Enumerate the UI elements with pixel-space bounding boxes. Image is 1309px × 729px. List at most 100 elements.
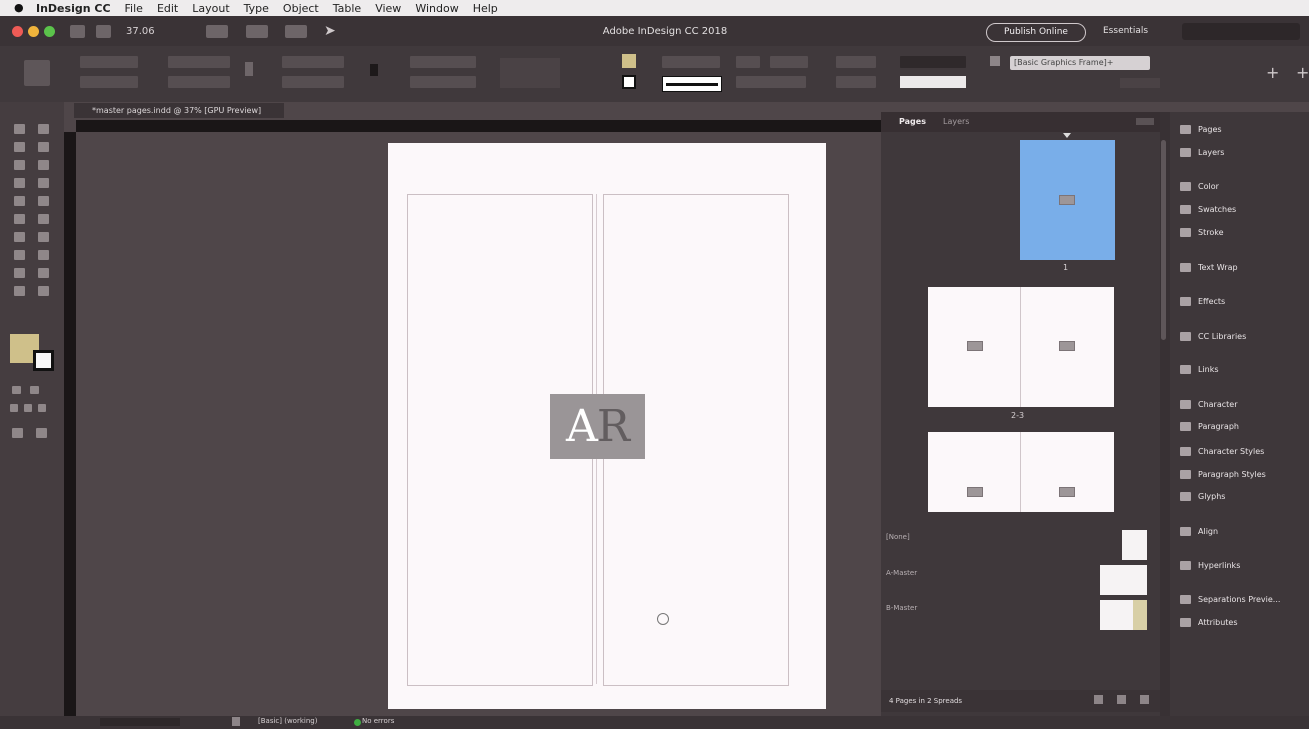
dock-item-paragraph-styles[interactable]: Paragraph Styles bbox=[1180, 466, 1266, 482]
apple-icon[interactable]: ● bbox=[14, 2, 28, 14]
stroke-color-swatch[interactable] bbox=[622, 75, 636, 89]
formatting-container-icon[interactable] bbox=[12, 386, 21, 394]
content-placer-icon[interactable] bbox=[38, 160, 49, 170]
y-field[interactable] bbox=[80, 76, 138, 88]
minimize-window-button[interactable] bbox=[28, 26, 39, 37]
arrange-documents-icon[interactable] bbox=[285, 25, 307, 38]
constrain-scale-icon[interactable] bbox=[370, 64, 378, 76]
fill-tint-field[interactable] bbox=[662, 56, 720, 68]
zoom-level[interactable]: 37.06 bbox=[126, 26, 155, 37]
page-tool-icon[interactable] bbox=[14, 142, 25, 152]
reference-point-icon[interactable] bbox=[24, 60, 50, 86]
direct-selection-tool-icon[interactable] bbox=[38, 124, 49, 134]
shear-field[interactable] bbox=[410, 76, 476, 88]
menu-window[interactable]: Window bbox=[415, 2, 458, 15]
menu-layout[interactable]: Layout bbox=[192, 2, 229, 15]
flip-rotate-icons[interactable] bbox=[500, 58, 560, 88]
delete-page-icon[interactable] bbox=[1140, 695, 1149, 704]
edit-page-size-icon[interactable] bbox=[1094, 695, 1103, 704]
height-field[interactable] bbox=[168, 76, 230, 88]
dock-item-separations-preview[interactable]: Separations Previe... bbox=[1180, 591, 1280, 607]
content-collector-icon[interactable] bbox=[14, 160, 25, 170]
screen-mode-icon[interactable] bbox=[246, 25, 268, 38]
dock-item-links[interactable]: Links bbox=[1180, 361, 1219, 377]
view-options-icon[interactable] bbox=[206, 25, 228, 38]
dock-item-glyphs[interactable]: Glyphs bbox=[1180, 488, 1225, 504]
dock-item-character-styles[interactable]: Character Styles bbox=[1180, 443, 1264, 459]
dock-item-effects[interactable]: Effects bbox=[1180, 293, 1225, 309]
gap-tool-icon[interactable] bbox=[38, 142, 49, 152]
document-tab[interactable]: *master pages.indd @ 37% [GPU Preview] bbox=[74, 103, 284, 118]
dock-item-swatches[interactable]: Swatches bbox=[1180, 201, 1236, 217]
spread-thumbnail-2-3[interactable] bbox=[928, 287, 1114, 407]
selection-tool-icon[interactable] bbox=[14, 124, 25, 134]
b-master-thumbnail[interactable] bbox=[1100, 600, 1147, 630]
select-container-icon[interactable] bbox=[836, 76, 876, 88]
eyedropper-tool-icon[interactable] bbox=[38, 268, 49, 278]
scale-y-field[interactable] bbox=[282, 76, 344, 88]
new-page-icon[interactable] bbox=[1117, 695, 1126, 704]
scissors-tool-icon[interactable] bbox=[14, 232, 25, 242]
note-tool-icon[interactable] bbox=[14, 268, 25, 278]
opacity-field[interactable] bbox=[900, 56, 966, 68]
panel-menu-icon[interactable]: + bbox=[1296, 63, 1309, 82]
dock-item-character[interactable]: Character bbox=[1180, 396, 1238, 412]
apply-gradient-icon[interactable] bbox=[24, 404, 32, 412]
menu-app-name[interactable]: InDesign CC bbox=[36, 2, 111, 15]
stock-icon[interactable] bbox=[96, 25, 111, 38]
scale-x-field[interactable] bbox=[282, 56, 344, 68]
search-input[interactable] bbox=[1182, 23, 1300, 40]
gradient-feather-tool-icon[interactable] bbox=[38, 250, 49, 260]
page-status-label[interactable]: [Basic] (working) bbox=[258, 717, 317, 725]
dock-item-hyperlinks[interactable]: Hyperlinks bbox=[1180, 557, 1240, 573]
panel-collapse-icon[interactable] bbox=[1136, 118, 1154, 125]
effects-field[interactable] bbox=[900, 76, 966, 88]
close-window-button[interactable] bbox=[12, 26, 23, 37]
stroke-swatch[interactable] bbox=[33, 350, 54, 371]
workspace-switcher[interactable]: Essentials bbox=[1103, 26, 1148, 36]
width-field[interactable] bbox=[168, 56, 230, 68]
fill-color-swatch[interactable] bbox=[622, 54, 636, 68]
tab-pages[interactable]: Pages bbox=[899, 117, 926, 126]
dock-item-paragraph[interactable]: Paragraph bbox=[1180, 418, 1239, 434]
dock-item-pages[interactable]: Pages bbox=[1180, 121, 1222, 137]
scrollbar-thumb[interactable] bbox=[1161, 140, 1166, 340]
stroke-type-dropdown[interactable] bbox=[736, 76, 806, 88]
gradient-swatch-tool-icon[interactable] bbox=[14, 250, 25, 260]
page-navigation-field[interactable] bbox=[100, 718, 180, 726]
menu-table[interactable]: Table bbox=[333, 2, 361, 15]
horizontal-ruler[interactable] bbox=[76, 120, 881, 132]
quick-apply-icon[interactable] bbox=[1120, 78, 1160, 88]
add-icon[interactable]: + bbox=[1266, 63, 1279, 82]
fitting-options-icon[interactable] bbox=[770, 56, 808, 68]
menu-help[interactable]: Help bbox=[473, 2, 498, 15]
dock-item-cc-libraries[interactable]: CC Libraries bbox=[1180, 328, 1246, 344]
stroke-weight-dropdown[interactable] bbox=[662, 76, 722, 92]
pencil-tool-icon[interactable] bbox=[38, 196, 49, 206]
preview-mode-icon[interactable] bbox=[36, 428, 47, 438]
dock-item-text-wrap[interactable]: Text Wrap bbox=[1180, 259, 1238, 275]
type-tool-icon[interactable] bbox=[14, 178, 25, 188]
zoom-window-button[interactable] bbox=[44, 26, 55, 37]
line-tool-icon[interactable] bbox=[38, 178, 49, 188]
apply-none-icon[interactable] bbox=[38, 404, 46, 412]
none-master-thumbnail[interactable] bbox=[1122, 530, 1147, 560]
apply-color-icon[interactable] bbox=[10, 404, 18, 412]
a-master-thumbnail[interactable] bbox=[1100, 565, 1147, 595]
dock-item-color[interactable]: Color bbox=[1180, 178, 1219, 194]
normal-mode-icon[interactable] bbox=[12, 428, 23, 438]
menu-object[interactable]: Object bbox=[283, 2, 319, 15]
object-style-dropdown[interactable]: [Basic Graphics Frame]+ bbox=[1010, 56, 1150, 70]
text-wrap-controls[interactable] bbox=[836, 56, 876, 68]
bridge-icon[interactable] bbox=[70, 25, 85, 38]
rotation-field[interactable] bbox=[410, 56, 476, 68]
dock-item-layers[interactable]: Layers bbox=[1180, 144, 1224, 160]
spread-thumbnail-4[interactable] bbox=[928, 432, 1114, 512]
hand-tool-icon[interactable] bbox=[14, 286, 25, 296]
constrain-proportions-icon[interactable] bbox=[245, 62, 253, 76]
menu-type[interactable]: Type bbox=[244, 2, 269, 15]
fit-content-icon[interactable] bbox=[736, 56, 760, 68]
open-page-icon[interactable] bbox=[232, 717, 240, 726]
publish-online-button[interactable]: Publish Online bbox=[986, 23, 1086, 42]
dock-item-align[interactable]: Align bbox=[1180, 523, 1218, 539]
